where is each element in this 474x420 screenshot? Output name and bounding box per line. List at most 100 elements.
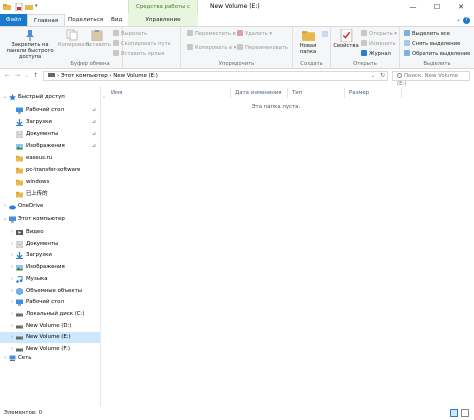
chevron-down-icon[interactable]: ▾ [35, 3, 38, 9]
new-folder-button[interactable]: Новая папка [295, 29, 321, 55]
cut-icon [113, 30, 119, 36]
delete-button[interactable]: Удалить ▾ [237, 30, 272, 38]
column-header-size[interactable]: Размер [345, 88, 402, 98]
cloud-icon [9, 205, 16, 210]
new-folder-quick-icon[interactable] [25, 3, 33, 11]
history-button[interactable]: Журнал [361, 50, 391, 58]
minimize-button[interactable]: — [402, 0, 424, 14]
nav-this-pc-item[interactable]: › Видео [0, 227, 100, 238]
properties-button[interactable]: Свойства [333, 29, 359, 49]
pin-icon[interactable]: ⊿ [92, 129, 96, 140]
copy-button[interactable]: Копировать [58, 29, 90, 48]
nav-this-pc-item[interactable]: › Локальный диск (C:) [0, 309, 100, 320]
up-button[interactable]: ↑ [31, 71, 40, 81]
chevron-down-icon[interactable]: ⌄ [456, 16, 461, 23]
paste-button[interactable]: Вставить [86, 29, 111, 48]
nav-quick-item[interactable]: easeus.ru [0, 153, 100, 164]
chevron-right-icon[interactable]: › [2, 201, 8, 212]
tab-file[interactable]: Файл [0, 14, 27, 26]
downloads-icon [16, 252, 23, 260]
new-item-icon[interactable] [322, 31, 328, 37]
chevron-right-icon[interactable]: › [9, 239, 15, 250]
edit-button[interactable]: Изменить [361, 40, 396, 48]
chevron-right-icon[interactable]: › [9, 309, 15, 320]
details-view-icon[interactable] [450, 409, 458, 417]
pin-icon[interactable]: ⊿ [92, 141, 96, 152]
chevron-right-icon[interactable]: › [9, 286, 15, 297]
nav-quick-item[interactable]: Рабочий стол ⊿ [0, 105, 100, 116]
maximize-button[interactable]: ☐ [426, 0, 448, 14]
music-icon [16, 275, 23, 283]
move-to-label: Переместить в ▾ [195, 31, 240, 37]
tab-share[interactable]: Поделиться [62, 14, 109, 26]
nav-quick-item[interactable]: Документы ⊿ [0, 129, 100, 140]
nav-this-pc-item[interactable]: › New Volume (E:) [0, 332, 100, 344]
nav-item-label: Локальный диск (C:) [26, 310, 85, 317]
refresh-icon[interactable]: ↻ [380, 72, 385, 80]
column-header-name[interactable]: Имя [107, 88, 231, 98]
rename-button[interactable]: Переименовать [237, 44, 288, 52]
file-list: ⌃ Имя Дата изменения Тип Размер Эта папк… [101, 86, 474, 406]
close-button[interactable]: ✕ [450, 0, 472, 14]
column-header-date[interactable]: Дата изменения [231, 88, 288, 98]
open-button[interactable]: Открыть ▾ [361, 30, 397, 38]
nav-item-label: Рабочий стол [26, 299, 64, 306]
nav-this-pc-item[interactable]: › Рабочий стол [0, 297, 100, 308]
nav-quick-access[interactable]: ⌄ Быстрый доступ [0, 92, 100, 103]
chevron-right-icon[interactable]: › [9, 250, 15, 261]
ribbon: Закрепить на панели быстрого доступа Коп… [0, 26, 474, 69]
nav-onedrive[interactable]: › OneDrive [0, 201, 100, 212]
chevron-right-icon[interactable]: › [9, 332, 15, 343]
tab-view[interactable]: Вид [105, 14, 128, 26]
select-none-icon [404, 40, 410, 46]
pin-icon[interactable]: ⊿ [92, 117, 96, 128]
nav-quick-item[interactable]: Загрузки ⊿ [0, 117, 100, 128]
tab-home[interactable]: Главная [27, 14, 66, 26]
select-group: Выделить все Снять выделение Обратить вы… [400, 27, 474, 68]
tab-manage[interactable]: Управление [128, 14, 198, 26]
paste-shortcut-icon [113, 50, 119, 56]
copy-to-button[interactable]: Копировать в ▾ [187, 44, 236, 52]
nav-quick-item[interactable]: 已上传的 [0, 189, 100, 200]
new-folder-label: Новая папка [299, 43, 317, 55]
chevron-right-icon[interactable]: › [2, 353, 8, 364]
chevron-down-icon[interactable]: ⌄ [2, 214, 8, 225]
nav-this-pc[interactable]: ⌄ Этот компьютер [0, 214, 100, 225]
nav-this-pc-item[interactable]: › New Volume (D:) [0, 321, 100, 332]
chevron-right-icon[interactable]: › [9, 274, 15, 285]
search-input[interactable]: Поиск: New Volume (E:) [392, 71, 470, 87]
cut-button[interactable]: Вырезать [113, 30, 147, 38]
select-all-button[interactable]: Выделить все [404, 30, 450, 38]
select-none-button[interactable]: Снять выделение [404, 40, 460, 48]
chevron-right-icon[interactable]: › [9, 321, 15, 332]
nav-this-pc-item[interactable]: › Загрузки [0, 250, 100, 261]
nav-quick-item[interactable]: pc-transfer-software [0, 165, 100, 176]
move-to-button[interactable]: Переместить в ▾ [187, 30, 240, 38]
copy-path-button[interactable]: Скопировать путь [113, 40, 171, 48]
properties-icon[interactable] [15, 3, 23, 11]
back-button[interactable]: ← [3, 71, 12, 81]
nav-this-pc-item[interactable]: › Объемные объекты [0, 286, 100, 297]
pin-quick-access-button[interactable]: Закрепить на панели быстрого доступа [2, 29, 58, 60]
large-icons-view-icon[interactable] [461, 409, 469, 417]
help-icon[interactable]: ? [463, 17, 470, 24]
chevron-down-icon[interactable]: ⌄ [371, 72, 375, 80]
paste-shortcut-button[interactable]: Вставить ярлык [113, 50, 165, 58]
recent-locations-button[interactable]: ⌄ [22, 71, 31, 81]
chevron-right-icon[interactable]: › [9, 262, 15, 273]
chevron-right-icon[interactable]: › [9, 227, 15, 238]
nav-quick-item[interactable]: Изображения ⊿ [0, 141, 100, 152]
pin-icon[interactable]: ⊿ [92, 105, 96, 116]
column-header-type[interactable]: Тип [288, 88, 345, 98]
chevron-right-icon[interactable]: › [9, 297, 15, 308]
nav-network[interactable]: › Сеть [0, 353, 100, 364]
address-box[interactable]: › Этот компьютер › New Volume (E:) ⌄ ↻ [43, 71, 388, 81]
nav-this-pc-item[interactable]: › Документы [0, 239, 100, 250]
column-name-label: Имя [111, 90, 123, 96]
nav-this-pc-item[interactable]: › Изображения [0, 262, 100, 273]
invert-selection-button[interactable]: Обратить выделение [404, 50, 470, 58]
nav-this-pc-item[interactable]: › Музыка [0, 274, 100, 285]
nav-quick-item[interactable]: windows [0, 177, 100, 188]
chevron-down-icon[interactable]: ⌄ [2, 92, 8, 103]
forward-button[interactable]: → [13, 71, 22, 81]
